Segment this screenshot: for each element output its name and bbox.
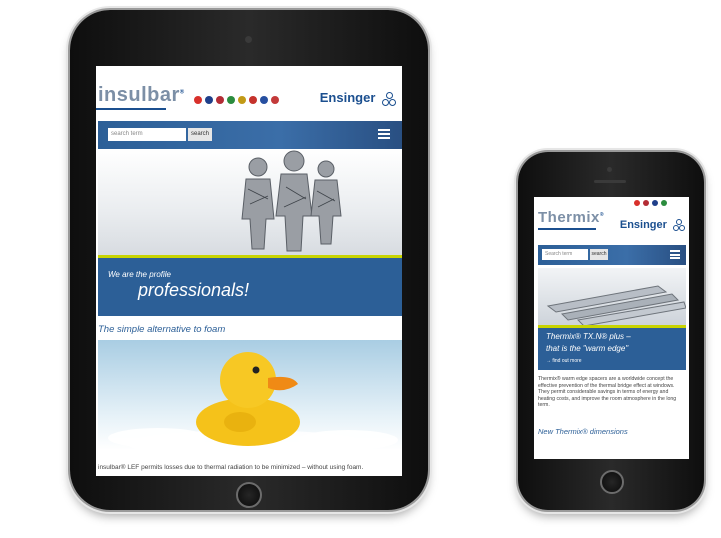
banner-line-2: that is the "warm edge" xyxy=(546,344,629,353)
phone-home-button[interactable] xyxy=(600,470,624,494)
flag-uk-icon[interactable] xyxy=(205,96,213,104)
ensinger-circles-icon xyxy=(673,219,685,232)
language-flags xyxy=(194,96,279,104)
hero-banner: We are the profile professionals! xyxy=(98,258,402,316)
spacer-bars-illustration xyxy=(546,285,686,326)
phone-screen: Thermix® Ensinger Search term search The… xyxy=(534,197,689,459)
thermix-text: Thermix xyxy=(538,209,600,226)
flag-uk-icon[interactable] xyxy=(643,200,649,206)
ensinger-logo[interactable]: Ensinger xyxy=(619,219,685,232)
logo-underline xyxy=(96,108,166,110)
phone-section-heading[interactable]: New Thermix® dimensions xyxy=(538,427,628,436)
tablet-header: insulbar® Ensinger xyxy=(96,66,402,116)
search-input[interactable]: search term xyxy=(108,128,186,141)
flag-pl-icon[interactable] xyxy=(249,96,257,104)
search-button[interactable]: search xyxy=(590,249,608,260)
phone-navbar: Search term search xyxy=(538,245,686,265)
intro-paragraph: insulbar® LEF permits losses due to ther… xyxy=(98,464,364,471)
flag-it-icon[interactable] xyxy=(227,96,235,104)
phone-banner: Thermix® TX.N® plus – that is the "warm … xyxy=(538,328,686,370)
profile-figures-illustration xyxy=(241,150,342,252)
rubber-duck-illustration xyxy=(108,352,398,450)
flag-es-icon[interactable] xyxy=(238,96,246,104)
section-heading[interactable]: The simple alternative to foam xyxy=(98,324,225,335)
flag-de-icon[interactable] xyxy=(194,96,202,104)
phone-language-flags xyxy=(634,200,667,206)
hero-image xyxy=(98,149,402,257)
hamburger-menu-icon[interactable] xyxy=(378,129,390,139)
ensinger-text: Ensinger xyxy=(619,219,667,231)
banner-big-text: professionals! xyxy=(138,280,250,300)
logo-text: insulbar xyxy=(98,84,180,106)
flag-it-icon[interactable] xyxy=(661,200,667,206)
flag-us-icon[interactable] xyxy=(216,96,224,104)
ensinger-logo[interactable]: Ensinger xyxy=(320,90,396,106)
spacer-profiles-image xyxy=(538,268,686,326)
flag-fr-icon[interactable] xyxy=(652,200,658,206)
logo-reg: ® xyxy=(179,89,185,96)
insulbar-logo[interactable]: insulbar® xyxy=(98,84,185,107)
search-button[interactable]: search xyxy=(188,128,212,141)
ensinger-circles-icon xyxy=(382,91,396,106)
flag-de-icon[interactable] xyxy=(634,200,640,206)
thermix-logo[interactable]: Thermix® xyxy=(538,209,604,226)
banner-small-text: We are the profile xyxy=(108,270,171,279)
flag-cn-icon[interactable] xyxy=(271,96,279,104)
flag-ru-icon[interactable] xyxy=(260,96,268,104)
tablet-camera xyxy=(245,36,252,43)
tablet-screen: insulbar® Ensinger search term search We… xyxy=(96,66,402,476)
tablet-home-button[interactable] xyxy=(236,482,262,508)
thermix-reg: ® xyxy=(599,212,605,218)
phone-device: Thermix® Ensinger Search term search The… xyxy=(518,152,704,510)
find-out-more-link[interactable]: → find out more xyxy=(546,358,582,364)
tablet-device: insulbar® Ensinger search term search We… xyxy=(70,10,428,510)
phone-paragraph: Thermix® warm edge spacers are a worldwi… xyxy=(538,376,677,408)
phone-camera xyxy=(607,167,612,172)
tablet-navbar: search term search xyxy=(98,121,402,149)
phone-header: Thermix® Ensinger xyxy=(534,197,689,247)
hamburger-menu-icon[interactable] xyxy=(670,250,680,259)
thermix-underline xyxy=(538,228,596,230)
banner-line-1: Thermix® TX.N® plus – xyxy=(546,332,631,341)
rubber-duck-image xyxy=(98,340,402,450)
search-input[interactable]: Search term xyxy=(542,249,588,260)
phone-speaker xyxy=(594,180,626,183)
ensinger-text: Ensinger xyxy=(319,90,376,105)
